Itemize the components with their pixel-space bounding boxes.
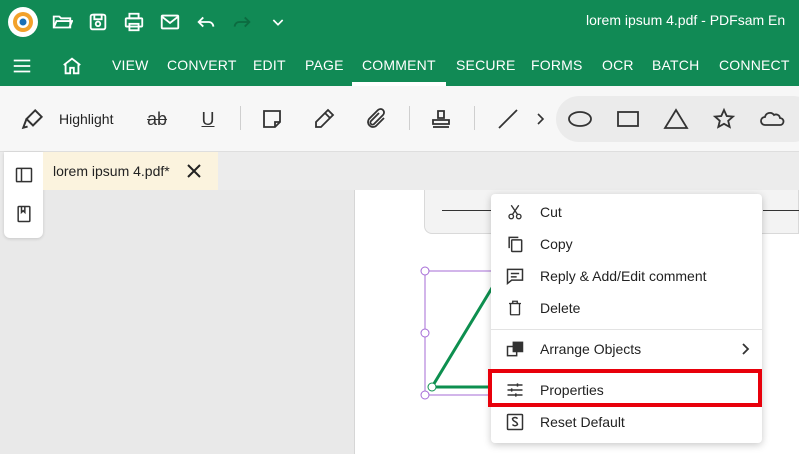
- stamp-icon[interactable]: [427, 106, 455, 132]
- toolbar-separator: [409, 106, 410, 130]
- context-item-label: Arrange Objects: [540, 341, 642, 357]
- menu-batch[interactable]: BATCH: [652, 57, 699, 73]
- menu-convert[interactable]: CONVERT: [167, 57, 237, 73]
- menu-edit[interactable]: EDIT: [253, 57, 286, 73]
- toolbar-separator: [474, 106, 475, 130]
- context-item-delete[interactable]: Delete: [491, 292, 762, 324]
- pencil-icon[interactable]: [310, 106, 338, 132]
- hamburger-menu-icon[interactable]: [10, 54, 34, 78]
- title-bar: lorem ipsum 4.pdf - PDFsam En: [0, 0, 799, 44]
- open-folder-icon[interactable]: [48, 8, 76, 36]
- menu-secure[interactable]: SECURE: [456, 57, 516, 73]
- sidebar-toggle-icon[interactable]: [13, 164, 35, 186]
- document-tab[interactable]: lorem ipsum 4.pdf*: [43, 152, 218, 190]
- comment-toolbar: Highlight ab U: [0, 86, 799, 152]
- toolbar-separator: [240, 106, 241, 130]
- highlight-label: Highlight: [59, 111, 114, 127]
- chevron-down-icon[interactable]: [264, 8, 292, 36]
- close-icon[interactable]: [183, 160, 205, 182]
- save-icon[interactable]: [84, 8, 112, 36]
- context-item-arrange-objects[interactable]: Arrange Objects: [491, 333, 762, 365]
- arrange-icon: [505, 339, 525, 359]
- menu-forms[interactable]: FORMS: [531, 57, 583, 73]
- context-item-label: Cut: [540, 204, 562, 220]
- scissors-icon: [505, 202, 525, 222]
- context-item-label: Reply & Add/Edit comment: [540, 268, 707, 284]
- strikethrough-label: ab: [146, 108, 168, 129]
- chevron-right-icon: [740, 341, 754, 357]
- home-icon[interactable]: [60, 54, 84, 78]
- print-icon[interactable]: [120, 8, 148, 36]
- context-item-label: Copy: [540, 236, 573, 252]
- redo-icon[interactable]: [228, 8, 256, 36]
- ellipse-icon[interactable]: [566, 106, 594, 132]
- menu-ocr[interactable]: OCR: [602, 57, 634, 73]
- comment-icon: [505, 266, 525, 286]
- mail-icon[interactable]: [156, 8, 184, 36]
- triangle-icon[interactable]: [662, 106, 690, 132]
- app-window: lorem ipsum 4.pdf - PDFsam En VIEW CONVE…: [0, 0, 799, 454]
- sticky-note-icon[interactable]: [258, 106, 286, 132]
- menu-page[interactable]: PAGE: [305, 57, 344, 73]
- cloud-icon[interactable]: [758, 106, 786, 132]
- menu-comment[interactable]: COMMENT: [362, 57, 436, 73]
- context-item-cut[interactable]: Cut: [491, 196, 762, 228]
- context-item-reset-default[interactable]: Reset Default: [491, 406, 762, 438]
- bookmark-icon[interactable]: [13, 203, 35, 225]
- context-item-copy[interactable]: Copy: [491, 228, 762, 260]
- star-icon[interactable]: [710, 106, 738, 132]
- highlighter-icon: [20, 106, 46, 132]
- underline-label: U: [201, 108, 215, 129]
- context-item-reply[interactable]: Reply & Add/Edit comment: [491, 260, 762, 292]
- context-item-label: Reset Default: [540, 414, 625, 430]
- properties-highlight-box: [488, 369, 762, 407]
- header-rule: [763, 210, 799, 211]
- undo-icon[interactable]: [192, 8, 220, 36]
- document-tab-label: lorem ipsum 4.pdf*: [53, 163, 170, 179]
- reset-icon: [505, 412, 525, 432]
- menu-view[interactable]: VIEW: [112, 57, 149, 73]
- attachment-icon[interactable]: [362, 106, 390, 132]
- app-logo-icon[interactable]: [8, 7, 38, 37]
- window-title: lorem ipsum 4.pdf - PDFsam En: [586, 12, 786, 28]
- strikethrough-tool[interactable]: ab: [142, 106, 172, 132]
- highlight-tool[interactable]: Highlight: [20, 106, 130, 132]
- context-item-label: Delete: [540, 300, 581, 316]
- trash-icon: [505, 298, 525, 318]
- rectangle-icon[interactable]: [614, 106, 642, 132]
- context-menu-divider: [491, 329, 762, 330]
- menu-bar: VIEW CONVERT EDIT PAGE COMMENT SECURE FO…: [0, 44, 799, 86]
- line-icon[interactable]: [494, 106, 522, 132]
- underline-tool[interactable]: U: [194, 106, 222, 132]
- copy-icon: [505, 234, 525, 254]
- chevron-right-icon[interactable]: [534, 106, 548, 132]
- menu-connect[interactable]: CONNECT: [719, 57, 790, 73]
- left-side-panel: [4, 152, 43, 238]
